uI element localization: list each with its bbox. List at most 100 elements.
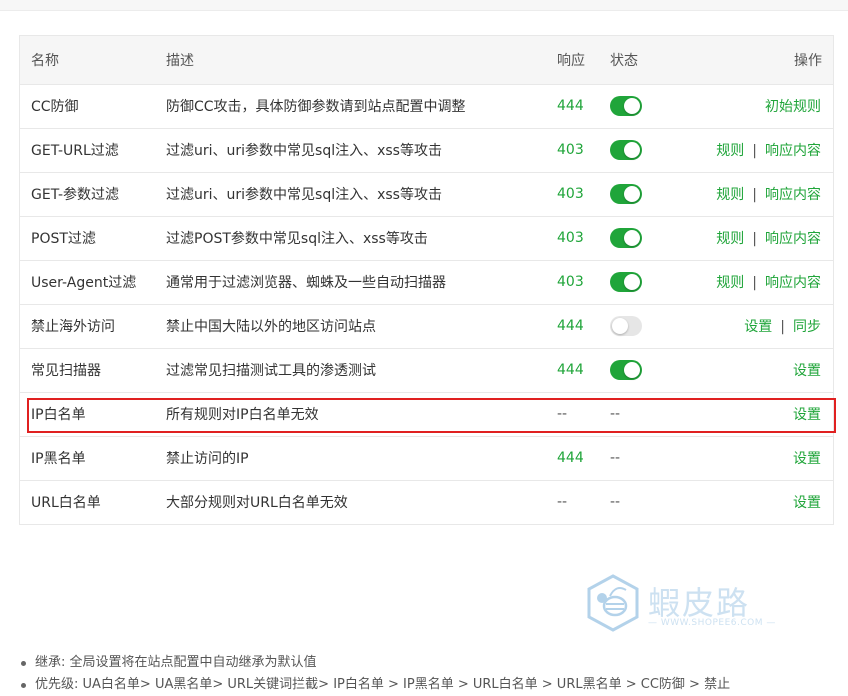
ops-cell: 设置 <box>682 480 833 524</box>
status-cell <box>598 260 682 304</box>
status-cell <box>598 304 682 348</box>
op-link[interactable]: 设置 <box>793 451 821 467</box>
toggle-knob <box>624 362 640 378</box>
table-row: GET-URL过滤 过滤uri、uri参数中常见sql注入、xss等攻击 403 规则… <box>20 128 833 172</box>
rule-description: 禁止中国大陆以外的地区访问站点 <box>166 319 376 335</box>
ops-cell: 规则 | 响应内容 <box>682 172 833 216</box>
toggle-knob <box>624 98 640 114</box>
status-cell <box>598 172 682 216</box>
header-ops: 操作 <box>794 52 822 69</box>
bee-hexagon-logo-icon <box>587 574 639 632</box>
status-cell: -- <box>598 436 682 480</box>
op-link[interactable]: 规则 <box>716 231 744 247</box>
note-priority: 优先级: UA白名单> UA黑名单> URL关键词拦截> IP白名单 > IP黑… <box>19 674 730 696</box>
op-link[interactable]: 设置 <box>793 407 821 423</box>
status-toggle[interactable] <box>610 140 642 160</box>
table-row: 常见扫描器 过滤常见扫描测试工具的渗透测试 444 设置 <box>20 348 833 392</box>
note-inherit: 继承: 全局设置将在站点配置中自动继承为默认值 <box>19 652 730 674</box>
rule-name: POST过滤 <box>31 231 96 247</box>
status-toggle[interactable] <box>610 96 642 116</box>
response-code: 403 <box>557 142 584 158</box>
response-code: 444 <box>557 450 584 466</box>
ops-separator: | <box>752 143 757 159</box>
response-code: 444 <box>557 318 584 334</box>
op-link[interactable]: 响应内容 <box>765 187 821 203</box>
table-header-row: 名称 描述 响应 状态 操作 <box>20 36 833 84</box>
response-code: -- <box>557 406 568 422</box>
op-link[interactable]: 响应内容 <box>765 143 821 159</box>
status-toggle[interactable] <box>610 360 642 380</box>
status-text: -- <box>610 450 621 466</box>
response-code: 403 <box>557 274 584 290</box>
toggle-knob <box>624 274 640 290</box>
op-link[interactable]: 规则 <box>716 143 744 159</box>
op-link[interactable]: 响应内容 <box>765 231 821 247</box>
op-link[interactable]: 初始规则 <box>765 99 821 115</box>
table-row: GET-参数过滤 过滤uri、uri参数中常见sql注入、xss等攻击 403 规则 |… <box>20 172 833 216</box>
rule-description: 过滤POST参数中常见sql注入、xss等攻击 <box>166 231 428 247</box>
ops-cell: 设置 <box>682 348 833 392</box>
toggle-knob <box>624 186 640 202</box>
op-link[interactable]: 规则 <box>716 187 744 203</box>
status-cell <box>598 128 682 172</box>
rule-description: 通常用于过滤浏览器、蜘蛛及一些自动扫描器 <box>166 275 446 291</box>
op-link[interactable]: 同步 <box>793 319 821 335</box>
ops-separator: | <box>752 231 757 247</box>
rule-name: 禁止海外访问 <box>31 319 115 335</box>
table-row: IP白名单 所有规则对IP白名单无效 -- -- 设置 <box>20 392 833 436</box>
status-toggle[interactable] <box>610 184 642 204</box>
top-strip <box>0 0 848 11</box>
ops-separator: | <box>752 187 757 203</box>
rule-description: 过滤uri、uri参数中常见sql注入、xss等攻击 <box>166 143 442 159</box>
ops-cell: 规则 | 响应内容 <box>682 216 833 260</box>
toggle-knob <box>624 142 640 158</box>
ops-separator: | <box>780 319 785 335</box>
op-link[interactable]: 响应内容 <box>765 275 821 291</box>
rule-description: 过滤常见扫描测试工具的渗透测试 <box>166 363 376 379</box>
op-link[interactable]: 设置 <box>793 495 821 511</box>
status-toggle[interactable] <box>610 316 642 336</box>
response-code: 403 <box>557 186 584 202</box>
ops-cell: 初始规则 <box>682 84 833 128</box>
table-row: CC防御 防御CC攻击，具体防御参数请到站点配置中调整 444 初始规则 <box>20 84 833 128</box>
watermark-url: — WWW.SHOPEE6.COM — <box>648 618 776 628</box>
status-toggle[interactable] <box>610 272 642 292</box>
rule-description: 防御CC攻击，具体防御参数请到站点配置中调整 <box>166 99 466 115</box>
rule-name: GET-URL过滤 <box>31 143 119 159</box>
rule-name: 常见扫描器 <box>31 363 101 379</box>
status-cell <box>598 216 682 260</box>
status-cell <box>598 348 682 392</box>
ops-cell: 设置 <box>682 392 833 436</box>
response-code: 444 <box>557 362 584 378</box>
rule-name: CC防御 <box>31 99 79 115</box>
status-text: -- <box>610 406 621 422</box>
rule-description: 禁止访问的IP <box>166 451 249 467</box>
table-row: POST过滤 过滤POST参数中常见sql注入、xss等攻击 403 规则 | 响应内容 <box>20 216 833 260</box>
firewall-rules-table: 名称 描述 响应 状态 操作 CC防御 防御CC攻击，具体防御参数请到站点配置中调… <box>19 35 834 525</box>
header-desc: 描述 <box>166 52 194 69</box>
toggle-knob <box>624 230 640 246</box>
status-text: -- <box>610 494 621 510</box>
watermark: 蝦皮路 — WWW.SHOPEE6.COM — <box>584 574 784 634</box>
op-link[interactable]: 规则 <box>716 275 744 291</box>
rule-name: URL白名单 <box>31 495 101 511</box>
status-toggle[interactable] <box>610 228 642 248</box>
header-status: 状态 <box>610 52 638 69</box>
table-row: 禁止海外访问 禁止中国大陆以外的地区访问站点 444 设置 | 同步 <box>20 304 833 348</box>
op-link[interactable]: 设置 <box>744 319 772 335</box>
header-response: 响应 <box>557 52 585 69</box>
ops-cell: 设置 | 同步 <box>682 304 833 348</box>
response-code: 403 <box>557 230 584 246</box>
status-cell: -- <box>598 480 682 524</box>
rule-description: 所有规则对IP白名单无效 <box>166 407 319 423</box>
op-link[interactable]: 设置 <box>793 363 821 379</box>
ops-cell: 规则 | 响应内容 <box>682 260 833 304</box>
response-code: -- <box>557 494 568 510</box>
rule-name: IP黑名单 <box>31 451 86 467</box>
status-cell: -- <box>598 392 682 436</box>
header-name: 名称 <box>31 52 59 69</box>
rule-name: GET-参数过滤 <box>31 187 120 203</box>
rule-name: IP白名单 <box>31 407 86 423</box>
table-row: User-Agent过滤 通常用于过滤浏览器、蜘蛛及一些自动扫描器 403 规则 | 响应… <box>20 260 833 304</box>
table-row: IP黑名单 禁止访问的IP 444 -- 设置 <box>20 436 833 480</box>
